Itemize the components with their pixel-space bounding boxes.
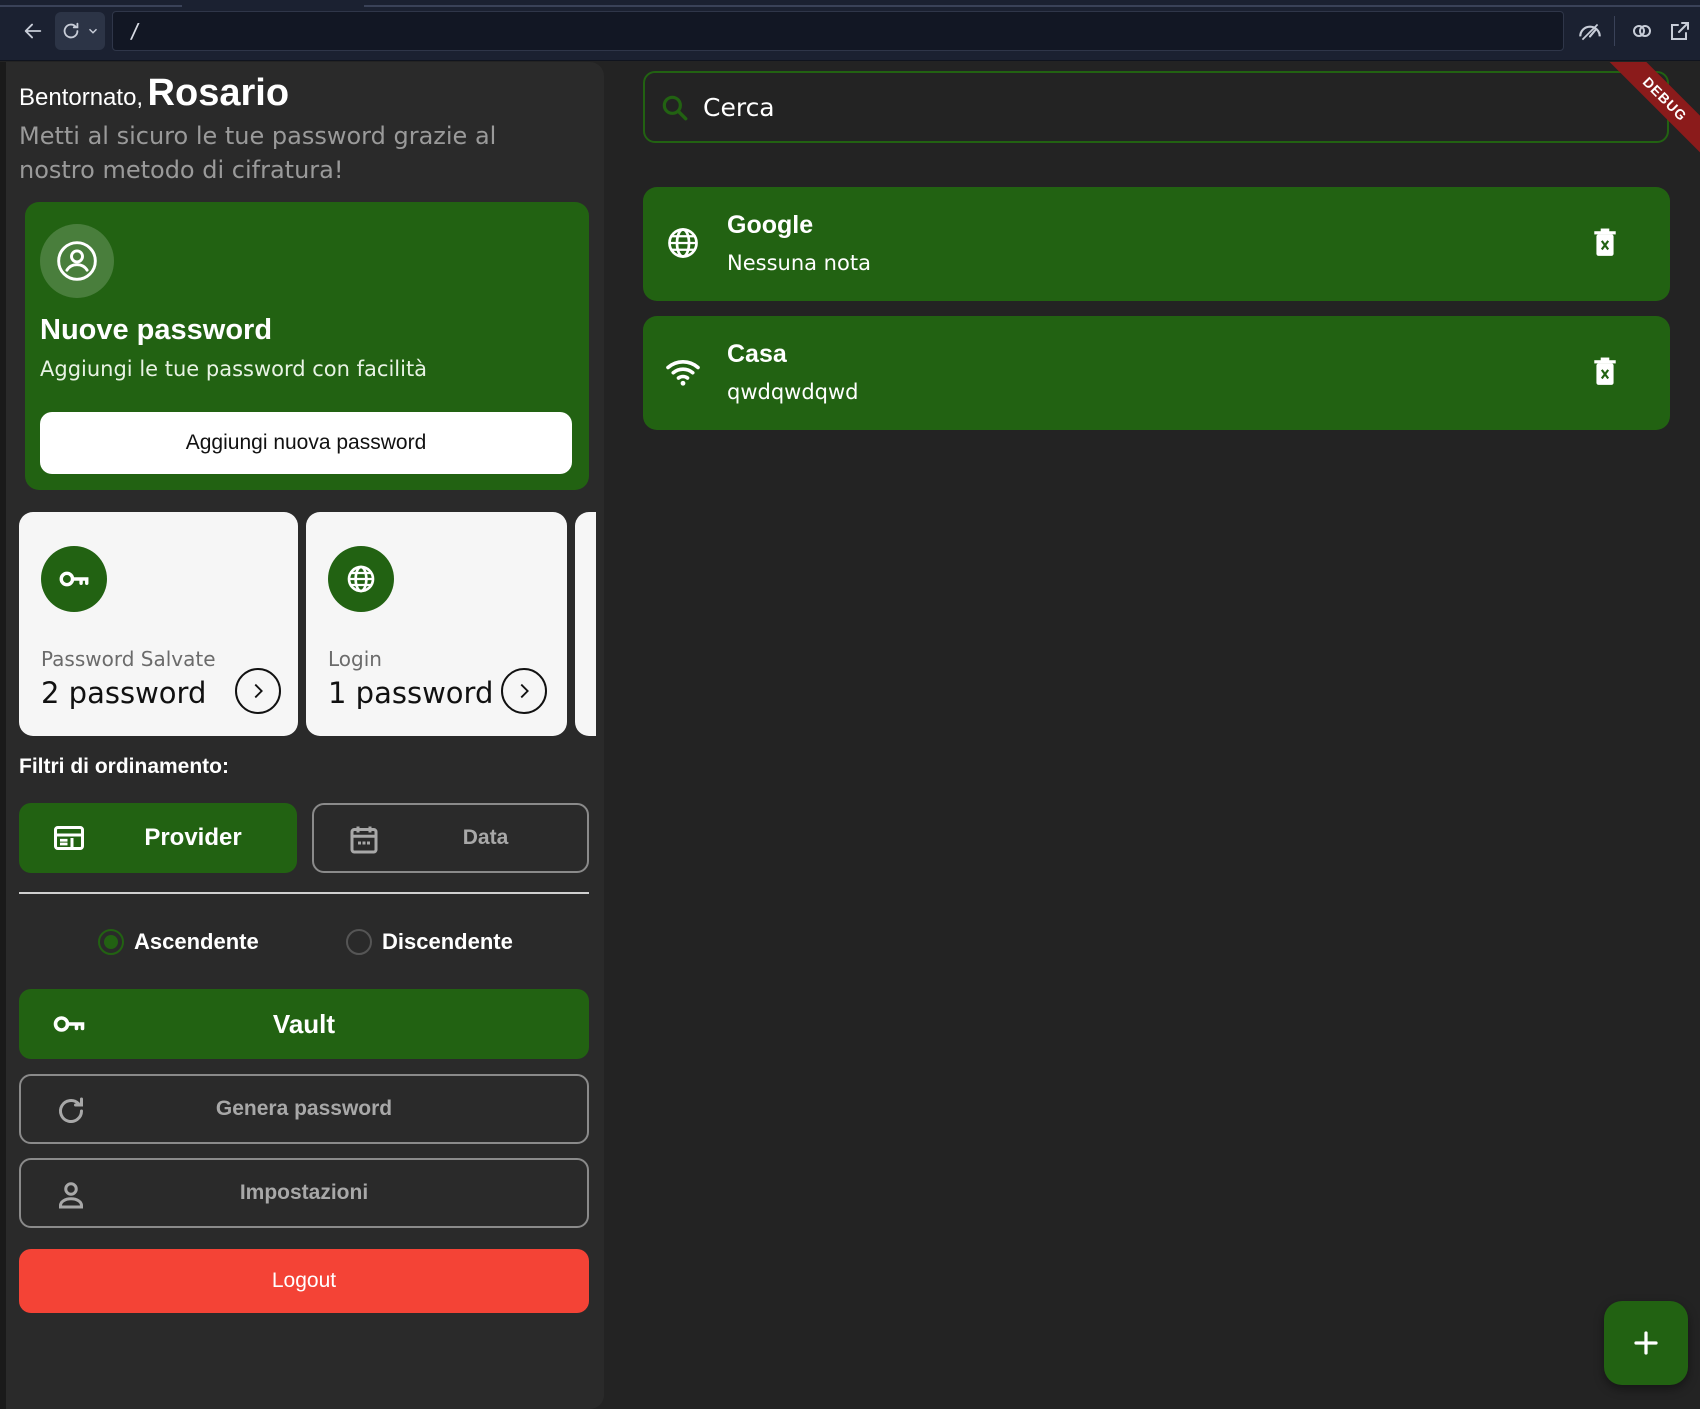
chevron-right-icon [520, 683, 529, 699]
search-input[interactable] [703, 87, 1603, 127]
logout-button[interactable]: Logout [19, 1249, 589, 1313]
link-button[interactable] [1624, 12, 1660, 50]
delete-icon [1594, 357, 1616, 385]
stat-card-login[interactable]: Login 1 password [306, 512, 567, 736]
filters-divider [19, 892, 589, 894]
chevron-right-icon [254, 683, 263, 699]
new-password-title: Nuove password [40, 314, 273, 346]
nav-vault-label: Vault [272, 1008, 336, 1039]
filter-provider-label: Provider [144, 824, 242, 851]
back-button[interactable] [16, 12, 50, 50]
filter-provider-button[interactable]: Provider [19, 803, 297, 873]
stat-icon-wrap [41, 546, 107, 612]
stat-open-button[interactable] [235, 668, 281, 714]
person-icon [59, 1182, 83, 1209]
chevron-down-icon [88, 28, 98, 34]
user-name: Rosario [147, 72, 290, 114]
add-fab-button[interactable] [1604, 1301, 1688, 1385]
stat-open-button[interactable] [501, 668, 547, 714]
add-password-button[interactable]: Aggiungi nuova password [40, 412, 572, 474]
greeting-hello: Bentornato, [19, 84, 144, 111]
filter-date-button[interactable]: Data [312, 803, 589, 873]
url-text: / [129, 19, 142, 43]
reload-icon [63, 22, 79, 39]
radio-indicator [346, 929, 372, 955]
stats-carousel[interactable]: Password Salvate 2 password Login 1 pass… [19, 512, 596, 738]
radio-descending[interactable]: Discendente [346, 929, 513, 955]
item-name: Casa [727, 340, 787, 368]
performance-button[interactable] [1572, 12, 1608, 50]
open-external-button[interactable] [1664, 12, 1696, 50]
wifi-icon [666, 360, 700, 386]
tab-indicator [364, 5, 1700, 7]
password-item[interactable]: Casa qwdqwdqwd [643, 316, 1670, 430]
stat-label: Password Salvate [41, 647, 216, 671]
avatar [40, 224, 114, 298]
link-icon [1633, 25, 1651, 37]
arrow-left-icon [24, 23, 42, 39]
plus-icon [1634, 1331, 1658, 1355]
item-note: Nessuna nota [727, 251, 871, 275]
new-password-card: Nuove password Aggiungi le tue password … [25, 202, 589, 490]
tab-strip [0, 0, 1700, 8]
debug-banner: DEBUG [1586, 62, 1700, 182]
address-bar[interactable]: / [112, 11, 1564, 51]
speedometer-icon [1579, 23, 1601, 41]
nav-generate-label: Genera password [215, 1097, 393, 1120]
toolbar-separator [1614, 16, 1615, 46]
greeting-subtitle: Metti al sicuro le tue password grazie a… [19, 122, 497, 184]
nav-settings-button[interactable]: Impostazioni [19, 1158, 589, 1228]
stat-icon-wrap [328, 546, 394, 612]
greeting: Bentornato, Rosario Metti al sicuro le t… [19, 72, 579, 187]
search-icon [662, 95, 688, 121]
user-circle-icon [57, 241, 97, 281]
globe-icon [668, 228, 698, 258]
external-link-icon [1671, 22, 1689, 40]
app-viewport: Bentornato, Rosario Metti al sicuro le t… [6, 62, 1700, 1409]
delete-icon [1594, 228, 1616, 256]
filter-date-label: Data [462, 826, 509, 849]
nav-generate-button[interactable]: Genera password [19, 1074, 589, 1144]
radio-descending-label: Discendente [382, 929, 513, 954]
filters-label: Filtri di ordinamento: [19, 755, 229, 778]
reload-button[interactable] [55, 12, 105, 50]
stat-value: 2 password [41, 676, 207, 710]
delete-button[interactable] [1588, 355, 1622, 389]
key-icon [53, 1016, 85, 1032]
nav-vault-button[interactable]: Vault [19, 989, 589, 1059]
nav-settings-label: Impostazioni [239, 1181, 369, 1204]
new-password-description: Aggiungi le tue password con facilità [40, 357, 428, 381]
radio-ascending-label: Ascendente [134, 929, 259, 954]
stat-value: 1 password [328, 676, 494, 710]
calendar-icon [350, 826, 378, 854]
globe-icon [347, 565, 375, 593]
item-note: qwdqwdqwd [727, 380, 859, 404]
delete-button[interactable] [1588, 226, 1622, 260]
stat-card-saved[interactable]: Password Salvate 2 password [19, 512, 298, 736]
radio-ascending[interactable]: Ascendente [98, 929, 259, 955]
search-bar [643, 71, 1669, 143]
refresh-icon [59, 1097, 83, 1123]
sidebar: Bentornato, Rosario Metti al sicuro le t… [6, 62, 604, 1409]
browser-toolbar: / [0, 0, 1700, 61]
stat-card-partial[interactable] [575, 512, 596, 736]
radio-selected-indicator [98, 929, 124, 955]
tab-indicator [0, 5, 182, 7]
stat-label: Login [328, 647, 382, 671]
card-icon [54, 826, 84, 850]
password-item[interactable]: Google Nessuna nota [643, 187, 1670, 301]
debug-banner-label: DEBUG [1602, 62, 1700, 162]
item-name: Google [727, 211, 814, 239]
key-icon [59, 571, 89, 587]
